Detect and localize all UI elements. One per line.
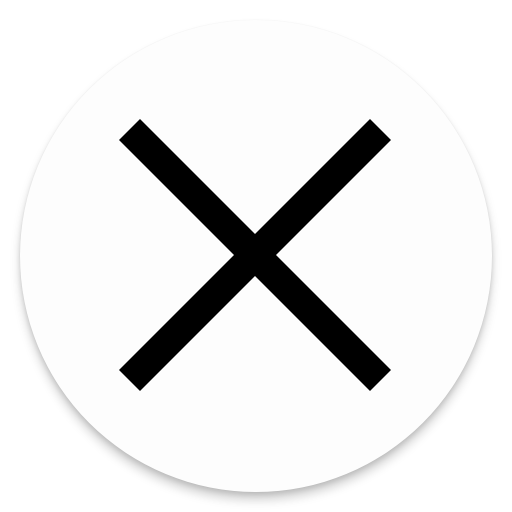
close-button[interactable]	[20, 20, 492, 492]
app-canvas	[0, 0, 512, 512]
close-icon	[119, 119, 391, 391]
